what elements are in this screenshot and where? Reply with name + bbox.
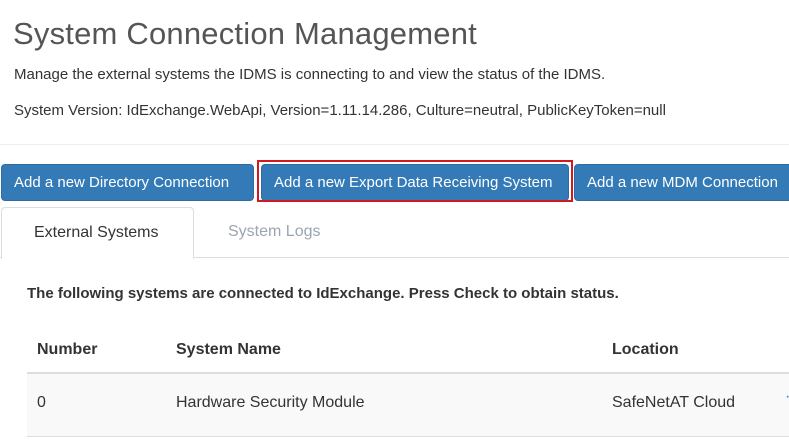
add-directory-connection-button[interactable]: Add a new Directory Connection: [1, 164, 254, 201]
cell-number: 0: [37, 394, 46, 411]
add-export-data-receiving-system-button[interactable]: Add a new Export Data Receiving System: [261, 164, 569, 201]
page-title: System Connection Management: [13, 16, 477, 51]
system-version: System Version: IdExchange.WebApi, Versi…: [14, 102, 666, 119]
panel-note: The following systems are connected to I…: [27, 285, 619, 302]
row-action-icon[interactable]: ·: [785, 388, 789, 406]
page-description: Manage the external systems the IDMS is …: [14, 66, 606, 83]
column-header-location: Location: [612, 341, 679, 358]
tab-bar: External Systems System Logs: [0, 207, 789, 259]
add-mdm-connection-button[interactable]: Add a new MDM Connection: [574, 164, 789, 201]
tab-system-logs[interactable]: System Logs: [196, 207, 352, 258]
column-header-system-name: System Name: [176, 341, 281, 358]
cell-system-name: Hardware Security Module: [176, 394, 365, 411]
cell-location: SafeNetAT Cloud: [612, 394, 736, 411]
table-row: 0 Hardware Security Module SafeNetAT Clo…: [27, 374, 789, 437]
column-header-number: Number: [37, 341, 98, 358]
divider: [0, 144, 789, 145]
tab-external-systems[interactable]: External Systems: [1, 207, 194, 259]
